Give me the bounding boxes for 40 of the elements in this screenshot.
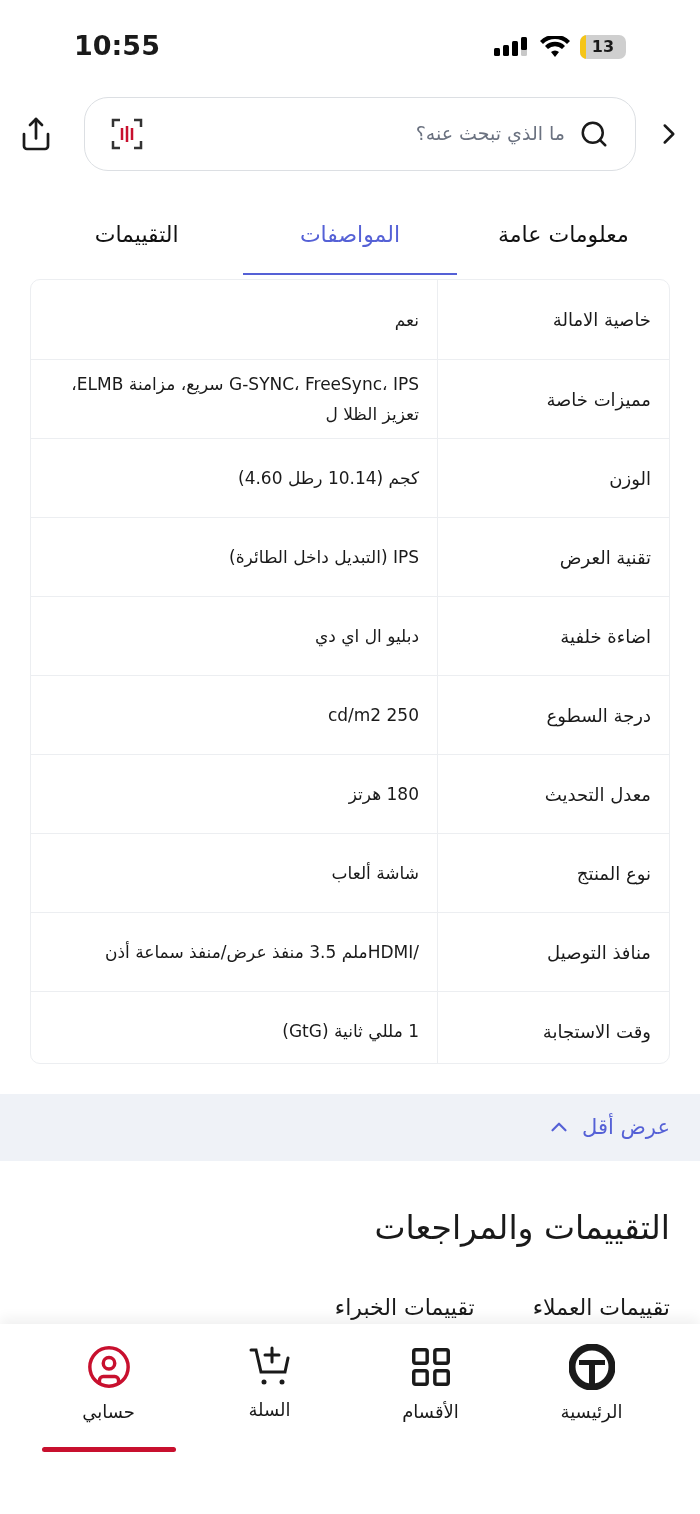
logo-icon [568,1344,615,1390]
wifi-icon [540,35,570,58]
spec-value: 1 مللي ثانية (GtG) [282,1020,419,1044]
spec-value: /HDMIملم 3.5 منفذ عرض/منفذ سماعة أذن [104,940,419,965]
spec-name: معدل التحديث [544,782,651,807]
spec-name: منافذ التوصيل [547,940,651,966]
review-tab[interactable]: تقييمات العملاء [532,1291,670,1324]
spec-name: الوزن [609,466,651,492]
spec-value: كجم (10.14 رطل 4.60) [238,467,419,491]
review-tab[interactable]: تقييمات الخبراء [334,1291,475,1324]
spec-value: cd/m2 250 [327,704,419,728]
spec-value: G-SYNC، FreeSync، IPS سريع، مزامنة ELMB، تعزيز الظلا ل [70,373,419,427]
spec-name: خاصية الامالة [552,308,651,333]
tab[interactable]: المواصفات [243,191,457,276]
spec-name: نوع المنتج [576,861,651,887]
spec-name: درجة السطوع [546,703,651,729]
spec-value: 180 هرتز [348,783,419,807]
spec-name: مميزات خاصة [546,387,651,413]
clock: 10:55 [74,29,160,64]
battery-indicator: 13 [580,34,626,59]
spec-value: شاشة ألعاب [331,861,419,886]
spec-name: تقنية العرض [559,545,651,571]
scan-icon[interactable] [111,117,143,150]
tab[interactable]: معلومات عامة [456,191,670,276]
spec-value: IPS (التبديل داخل الطائرة) [229,546,419,570]
show-less-link[interactable]: عرض أقل [546,1111,670,1144]
search-placeholder: ما الذي تبحث عنه؟ [414,121,565,147]
nav-item[interactable]: الرئيسية [511,1324,672,1514]
signal-icon [494,35,530,58]
nav-item[interactable]: الأقسام [350,1324,511,1514]
spec-name: اضاءة خلفية [560,624,651,649]
user-icon [85,1344,132,1390]
tab[interactable]: التقييمات [30,191,244,276]
search-field[interactable]: ما الذي تبحث عنه؟ [84,96,636,171]
section-heading: التقييمات والمراجعات [373,1207,670,1249]
spec-value: دبليو ال اي دي [314,625,419,649]
spec-value: نعم [394,308,419,332]
nav-item[interactable]: السلة [189,1324,350,1514]
spec-name: وقت الاستجابة [542,1019,651,1045]
nav-item[interactable]: حسابي [28,1324,189,1514]
